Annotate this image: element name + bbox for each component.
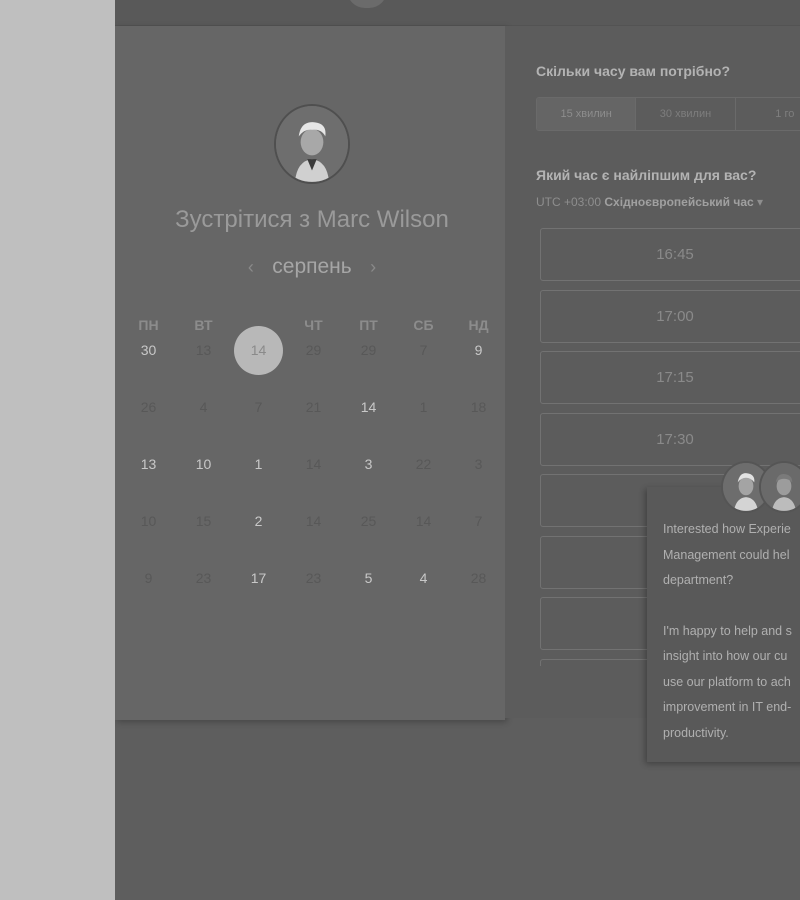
page-gutter [0,0,115,900]
day-cell: 18 [470,399,487,415]
week-row: 30 13 14 29 29 7 9 [121,326,506,391]
person-icon [276,106,348,182]
month-navigator: ‹ серпень › [115,255,509,279]
weekday-tue: ВТ [194,317,213,333]
day-grid: 30 13 14 29 29 7 9 26 4 7 21 14 1 18 13 … [121,326,506,619]
month-label: серпень [272,255,352,278]
weekday-header: ПН ВТ СР ЧТ ПТ СБ НД [121,317,506,333]
top-bar [115,0,800,26]
duration-15-tab[interactable]: 15 хвилин [537,98,637,130]
day-cell: 25 [360,513,377,529]
chat-message: Interested how Experie Management could … [663,517,800,746]
day-cell: 23 [305,570,322,586]
weekday-sat: СБ [413,317,434,333]
weekday-mon: ПН [138,317,159,333]
day-cell[interactable]: 14 [341,391,396,423]
chat-line: use our platform to ach [663,674,791,689]
day-cell: 26 [140,399,157,415]
chat-line: improvement in IT end- [663,700,792,714]
duration-60-tab[interactable]: 1 го [736,98,800,130]
day-cell: 14 [415,513,432,529]
chat-bubble-icon [347,0,387,8]
chat-line: insight into how our cu [663,649,788,663]
duration-selector: 15 хвилин 30 хвилин 1 го [536,97,800,131]
day-cell: 13 [195,342,212,358]
time-heading: Який час є найліпшим для вас? [536,167,757,183]
agent-avatar [759,461,800,513]
day-cell[interactable]: 17 [231,562,286,594]
day-cell: 28 [470,570,487,586]
time-slot[interactable]: 16:45 [540,228,800,281]
day-cell: 29 [360,342,377,358]
day-cell: 10 [140,513,157,529]
day-cell-selected[interactable]: 14 [231,326,286,375]
time-slot[interactable]: 17:30 [540,412,800,466]
day-cell: 15 [195,513,212,529]
week-row: 26 4 7 21 14 1 18 [121,391,506,448]
caret-down-icon: ▾ [757,195,764,209]
day-cell[interactable]: 13 [121,448,176,480]
day-cell: 4 [199,399,208,415]
chat-line: Management could hel [663,547,790,562]
time-slot[interactable]: 17:15 [540,351,800,404]
week-row: 10 15 2 14 25 14 7 [121,505,506,562]
time-slot[interactable]: 17:00 [540,289,800,343]
chevron-right-icon[interactable]: › [370,257,376,278]
day-cell: 23 [195,570,212,586]
chat-line: Interested how Experie [663,522,791,536]
day-cell[interactable]: 1 [231,448,286,480]
calendar-card: Зустрітися з Marc Wilson ‹ серпень › ПН … [115,26,505,720]
chat-agent-avatars [721,461,800,515]
day-cell: 3 [474,456,483,472]
timezone-offset: UTC +03:00 [536,195,602,209]
weekday-fri: ПТ [359,317,378,333]
day-cell: 9 [144,570,153,586]
day-cell[interactable]: 4 [396,562,451,594]
day-cell[interactable]: 5 [341,562,396,594]
day-cell[interactable]: 10 [176,448,231,480]
day-cell: 7 [254,399,263,415]
day-cell: 14 [305,513,322,529]
day-cell[interactable]: 3 [341,448,396,480]
day-cell[interactable]: 9 [451,334,506,366]
week-row: 13 10 1 14 3 22 3 [121,448,506,505]
dimmed-page: Зустрітися з Marc Wilson ‹ серпень › ПН … [115,0,800,900]
day-cell[interactable]: 2 [231,505,286,537]
day-cell: 7 [419,342,428,358]
host-avatar [274,104,350,184]
week-row: 9 23 17 23 5 4 28 [121,562,506,619]
duration-heading: Скільки часу вам потрібно? [536,63,731,79]
chat-popup[interactable]: Interested how Experie Management could … [647,487,800,762]
weekday-thu: ЧТ [304,317,323,333]
day-cell: 21 [305,399,322,415]
weekday-sun: НД [468,317,489,333]
day-cell: 1 [419,399,428,415]
chevron-left-icon[interactable]: ‹ [248,257,254,278]
day-cell: 22 [415,456,432,472]
duration-30-tab[interactable]: 30 хвилин [636,98,736,130]
chat-line: I'm happy to help and s [663,623,792,638]
day-cell: 29 [305,342,322,358]
meeting-title: Зустрітися з Marc Wilson [175,206,449,233]
timezone-name: Східноєвропейський час [604,195,754,209]
person-icon [761,463,800,511]
day-cell: 7 [474,513,483,529]
chat-line: productivity. [663,725,729,740]
timezone-dropdown[interactable]: UTC +03:00 Східноєвропейський час ▾ [536,195,763,209]
day-cell: 14 [305,456,322,472]
chat-line: department? [663,573,734,587]
day-cell[interactable]: 30 [121,334,176,366]
